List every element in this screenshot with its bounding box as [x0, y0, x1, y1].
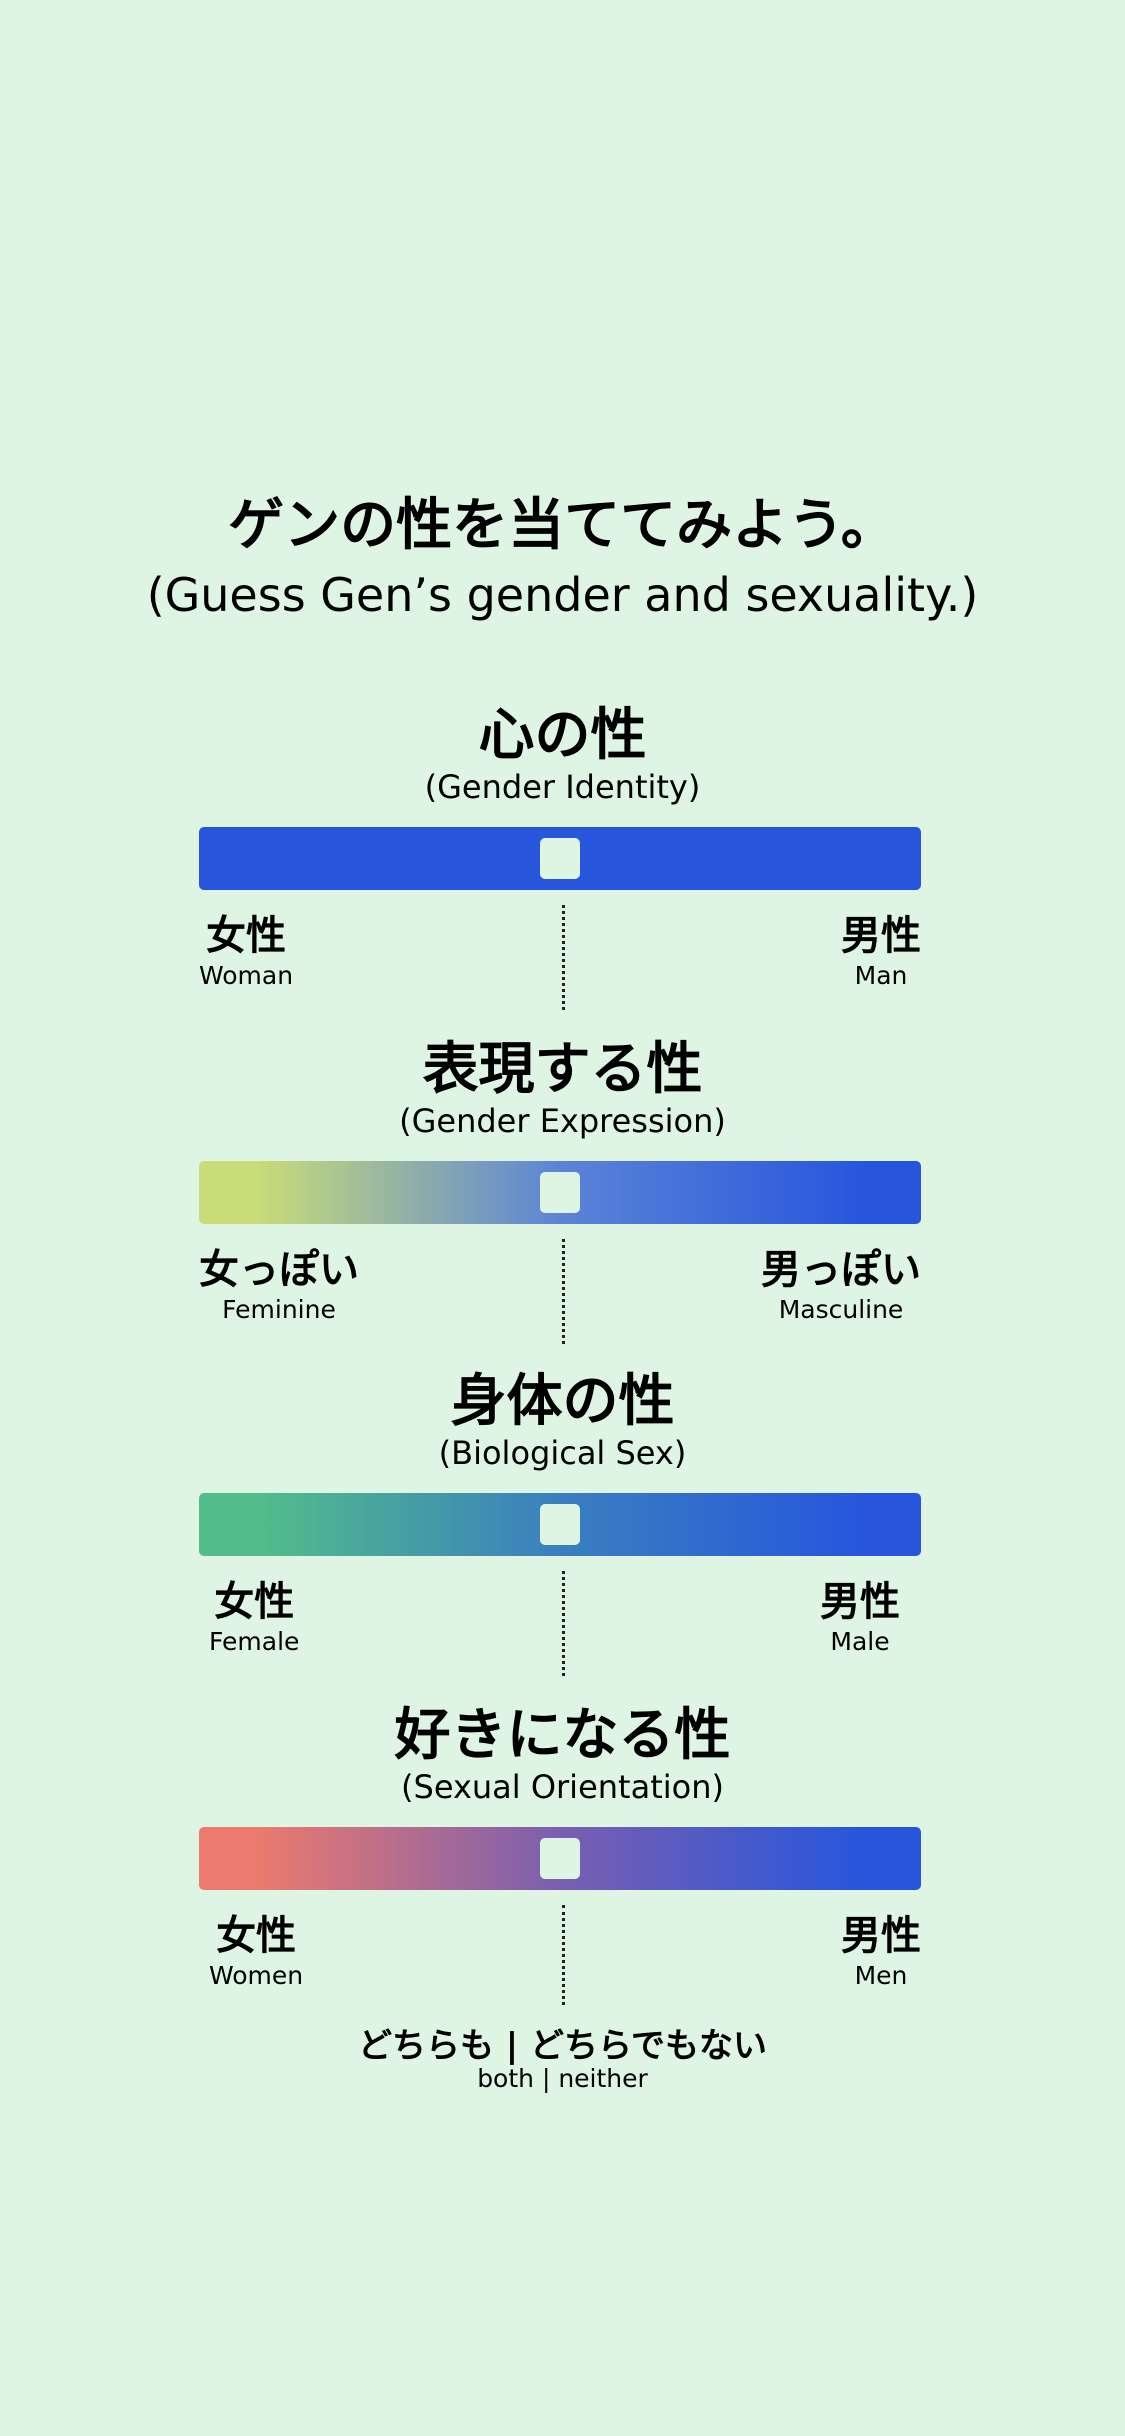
left-label-jp: 女性 [214, 1579, 295, 1625]
left-label-jp: 女っぽい [199, 1247, 359, 1293]
left-label-en: Women [209, 1961, 304, 1990]
center-divider [562, 905, 565, 1010]
page-title: ゲンの性を当ててみよう。 [228, 493, 897, 558]
right-label-en: Men [854, 1961, 908, 1990]
right-label-en: Masculine [778, 1295, 904, 1324]
slider-track[interactable] [199, 827, 921, 890]
section-biological-sex: 身体の性 (Biological Sex) 女性 Female 男性 Male [0, 1356, 1125, 1686]
center-divider [562, 1571, 565, 1676]
slider-thumb[interactable] [540, 1172, 580, 1213]
right-label-en: Male [830, 1627, 890, 1656]
left-label-en: Feminine [222, 1295, 336, 1324]
section-heading: 身体の性 [450, 1369, 675, 1434]
slider-thumb[interactable] [540, 838, 580, 879]
section-subheading: (Biological Sex) [438, 1434, 687, 1472]
left-label-en: Female [209, 1627, 300, 1656]
slider-track[interactable] [199, 1161, 921, 1224]
section-heading: 好きになる性 [394, 1703, 731, 1768]
section-subheading: (Gender Identity) [424, 768, 701, 806]
both-neither-label-en: both | neither [477, 2064, 648, 2093]
left-label: 女っぽい Feminine [199, 1246, 359, 1326]
left-label-jp: 女性 [206, 913, 287, 959]
section-heading: 表現する性 [422, 1037, 703, 1102]
left-label-jp: 女性 [216, 1913, 297, 1959]
section-gender-expression: 表現する性 (Gender Expression) 女っぽい Feminine 男… [0, 1024, 1125, 1354]
left-label: 女性 Women [209, 1912, 303, 1992]
section-gender-identity: 心の性 (Gender Identity) 女性 Woman 男性 Man [0, 690, 1125, 1020]
page-subtitle: (Guess Gen’s gender and sexuality.) [146, 568, 979, 622]
slider-thumb[interactable] [540, 1838, 580, 1879]
right-label-jp: 男性 [841, 1913, 921, 1959]
right-label-jp: 男性 [841, 913, 921, 959]
section-heading: 心の性 [478, 703, 647, 768]
slider-track[interactable] [199, 1827, 921, 1890]
center-divider [562, 1905, 565, 2005]
left-label-en: Woman [199, 961, 294, 990]
slider-track[interactable] [199, 1493, 921, 1556]
right-label: 男性 Male [820, 1578, 900, 1658]
right-label-jp: 男っぽい [761, 1247, 921, 1293]
right-label: 男性 Men [841, 1912, 921, 1992]
section-sexual-orientation: 好きになる性 (Sexual Orientation) 女性 Women 男性 Me… [0, 1690, 1125, 2020]
right-label: 男性 Man [841, 912, 921, 992]
section-subheading: (Sexual Orientation) [401, 1768, 724, 1806]
right-label-jp: 男性 [820, 1579, 900, 1625]
section-subheading: (Gender Expression) [399, 1102, 726, 1140]
both-neither-label-jp: どちらも | どちらでもない [357, 2026, 768, 2066]
slider-thumb[interactable] [540, 1504, 580, 1545]
left-label: 女性 Woman [199, 912, 293, 992]
right-label: 男っぽい Masculine [761, 1246, 921, 1326]
right-label-en: Man [854, 961, 908, 990]
left-label: 女性 Female [209, 1578, 299, 1658]
center-divider [562, 1239, 565, 1344]
